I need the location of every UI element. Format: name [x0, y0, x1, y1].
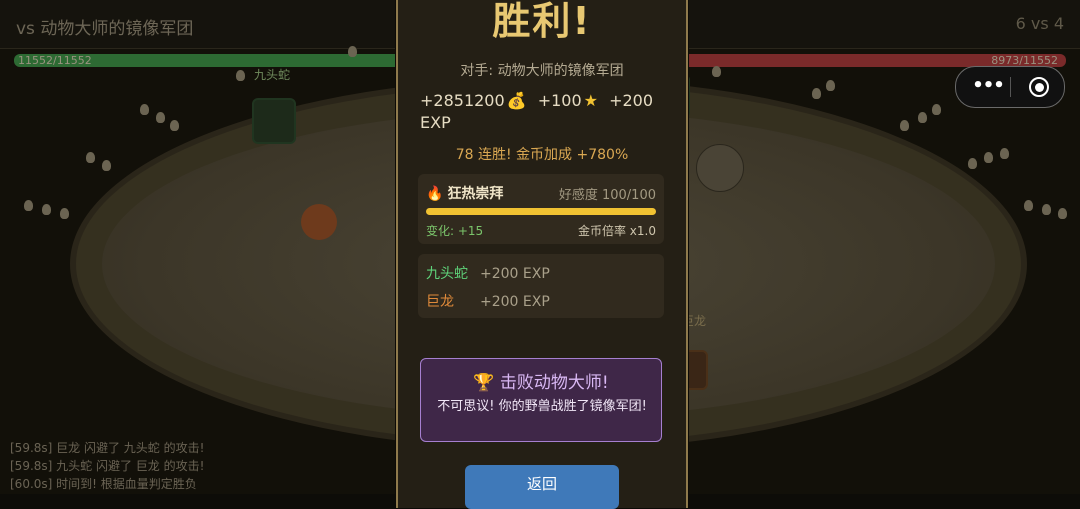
crowd-figure: [60, 208, 69, 219]
crowd-figure: [918, 112, 927, 123]
crowd-figure: [24, 200, 33, 211]
crowd-figure: [826, 80, 835, 91]
opponent-name: 对手: 动物大师的镜像军团: [460, 63, 624, 79]
star-reward: +100: [537, 91, 582, 110]
crowd-figure: [102, 160, 111, 171]
crowd-figure: [812, 88, 821, 99]
exp-row: 巨龙 +200 EXP: [426, 291, 550, 311]
crowd-figure: [236, 70, 245, 81]
favor-change: 变化: +15: [426, 224, 484, 238]
crowd-figure: [86, 152, 95, 163]
win-streak: 78 连胜! 金币加成 +780%: [455, 147, 629, 163]
unit-label-hydra: 九头蛇: [254, 68, 291, 82]
crowd-figure: [1058, 208, 1067, 219]
favor-progress-bar: [426, 208, 656, 215]
crowd-figure: [1000, 148, 1009, 159]
trophy-icon: 🏆: [473, 373, 495, 393]
money-bag-icon: 💰: [506, 91, 527, 110]
crowd-figure: [42, 204, 51, 215]
victory-title: 胜利!: [492, 0, 592, 43]
favor-card: 🔥 狂热崇拜 好感度 100/100 变化: +15 金币倍率 x1.0: [418, 174, 664, 244]
more-icon[interactable]: •••: [966, 67, 1010, 107]
crowd-figure: [900, 120, 909, 131]
close-target-icon[interactable]: [1020, 67, 1058, 107]
battle-log-line: [59.8s] 巨龙 闪避了 九头蛇 的攻击!: [10, 441, 205, 455]
gold-reward: +2851200: [420, 91, 505, 110]
crowd-figure: [984, 152, 993, 163]
crowd-figure: [712, 66, 721, 77]
favor-level: 狂热崇拜: [447, 186, 504, 202]
exp-unit-name: 巨龙: [426, 294, 454, 310]
crowd-figure: [170, 120, 179, 131]
fire-icon: 🔥: [426, 186, 444, 202]
capsule-menu: •••: [955, 66, 1065, 108]
crowd-figure: [932, 104, 941, 115]
hydra-unit: [252, 98, 296, 144]
battle-title: vs 动物大师的镜像军团: [16, 19, 194, 39]
crowd-figure: [1042, 204, 1051, 215]
exp-gains-card: 九头蛇 +200 EXP 巨龙 +200 EXP: [418, 254, 664, 318]
crowd-figure: [348, 46, 357, 57]
crowd-figure: [140, 104, 149, 115]
crowd-figure: [968, 158, 977, 169]
exp-unit-gain: +200 EXP: [480, 294, 550, 310]
star-icon: ★: [583, 91, 598, 110]
crowd-figure: [1024, 200, 1033, 211]
favor-progress-fill: [426, 208, 656, 215]
battle-log-line: [60.0s] 时间到! 根据血量判定胜负: [10, 477, 197, 491]
reward-summary: +2851200 💰 +100 ★ +200 EXP: [420, 90, 670, 134]
boulder-projectile: [696, 144, 744, 192]
exp-unit-name: 九头蛇: [426, 266, 468, 282]
battle-log-line: [59.8s] 九头蛇 闪避了 巨龙 的攻击!: [10, 459, 205, 473]
achievement-banner: 🏆 击败动物大师! 不可思议! 你的野兽战胜了镜像军团!: [420, 358, 662, 442]
player-hp-text: 11552/11552: [18, 54, 92, 67]
back-button[interactable]: 返回: [465, 465, 619, 509]
exp-row: 九头蛇 +200 EXP: [426, 263, 550, 283]
capsule-divider: [1010, 77, 1011, 97]
favor-score: 好感度 100/100: [558, 188, 656, 203]
fireball-projectile: [301, 204, 337, 240]
crowd-figure: [156, 112, 165, 123]
gold-multiplier: 金币倍率 x1.0: [577, 224, 656, 238]
exp-unit-gain: +200 EXP: [480, 266, 550, 282]
victory-modal: 胜利! 对手: 动物大师的镜像军团 +2851200 💰 +100 ★ +200 E…: [396, 0, 688, 509]
battle-score: 6 vs 4: [1015, 14, 1064, 33]
achievement-title: 击败动物大师!: [499, 373, 609, 393]
achievement-desc: 不可思议! 你的野兽战胜了镜像军团!: [437, 399, 647, 414]
